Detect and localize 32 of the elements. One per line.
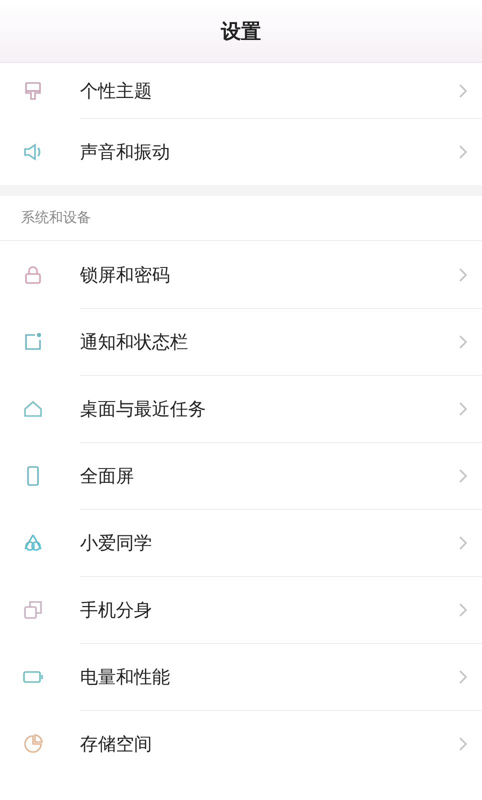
item-label: 小爱同学	[80, 532, 153, 554]
settings-item[interactable]: 小爱同学	[0, 509, 482, 576]
item-label: 电量和性能	[80, 666, 171, 688]
chevron-icon	[458, 334, 468, 350]
settings-item[interactable]: 个性主题	[0, 63, 482, 118]
settings-item[interactable]: 通知和状态栏	[0, 308, 482, 375]
item-label: 手机分身	[80, 598, 153, 622]
chevron-icon	[458, 400, 468, 416]
settings-item[interactable]: 存储空间	[0, 710, 482, 777]
chevron-icon	[458, 82, 468, 98]
chevron-icon	[458, 736, 468, 752]
settings-item[interactable]: 声音和振动	[0, 118, 482, 185]
chevron-icon	[458, 468, 468, 484]
settings-item[interactable]: 电量和性能	[0, 643, 482, 710]
settings-item[interactable]: 桌面与最近任务	[0, 375, 482, 442]
chevron-icon	[458, 668, 468, 684]
item-label: 个性主题	[80, 80, 153, 102]
chevron-icon	[458, 144, 468, 160]
settings-item[interactable]: 锁屏和密码	[0, 241, 482, 308]
chevron-icon	[458, 602, 468, 618]
item-label: 通知和状态栏	[80, 330, 189, 354]
section-header: 系统和设备	[21, 209, 91, 227]
settings-item[interactable]: 手机分身	[0, 576, 482, 643]
chevron-icon	[458, 534, 468, 550]
settings-item[interactable]: 全面屏	[0, 442, 482, 509]
item-label: 锁屏和密码	[80, 264, 171, 286]
item-label: 全面屏	[80, 464, 135, 488]
page-title: 设置	[221, 18, 261, 44]
item-label: 存储空间	[80, 732, 153, 756]
chevron-icon	[458, 266, 468, 282]
item-label: 声音和振动	[80, 140, 171, 164]
item-label: 桌面与最近任务	[80, 398, 207, 420]
